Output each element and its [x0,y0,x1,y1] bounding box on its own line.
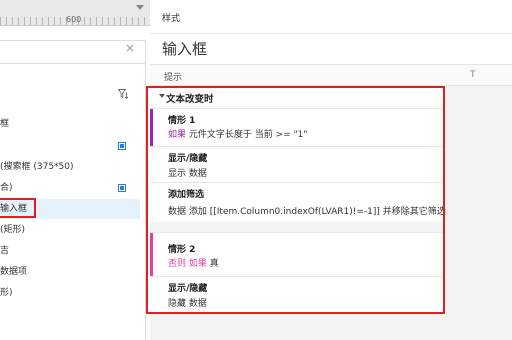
outline-item-label: 数据项 [0,267,28,277]
outline-item-label: 框 [0,119,10,129]
outline-item[interactable] [0,136,140,156]
outline-item[interactable]: (矩形) [0,220,140,240]
outline-panel: × 框 (搜索框 (375*50) 合) 输入框 (矩形) 吉 数据项 形) [0,40,146,340]
tooltip-row[interactable]: 提示 T [150,64,512,86]
outline-item-label: 形) [0,288,13,298]
ruler-mark: 600 [66,15,82,24]
panel-header: 样式 [150,0,512,34]
outline-item-label: (搜索框 (375*50) [0,162,74,172]
visibility-checkbox[interactable] [118,142,126,150]
panel-footer [150,324,512,340]
chevron-down-icon[interactable] [136,5,144,10]
outline-item[interactable]: 框 [0,114,140,134]
visibility-checkbox[interactable] [118,184,126,192]
outline-item-label: (矩形) [0,225,26,235]
divider [0,63,145,64]
outline-item[interactable]: 合) [0,178,140,198]
highlight-box [146,86,445,314]
outline-item[interactable]: 数据项 [0,262,140,282]
outline-item[interactable]: 吉 [0,241,140,261]
outline-item[interactable]: 形) [0,283,140,303]
tooltip-label: 提示 [164,73,183,83]
panel-header-title: 样式 [162,14,181,24]
text-type-icon: T [470,70,476,80]
outline-item-label: 吉 [0,246,10,256]
canvas-ruler: 600 [0,0,150,26]
filter-icon[interactable] [118,89,129,99]
highlight-box [0,198,36,218]
close-icon[interactable]: × [125,41,135,55]
outline-item[interactable]: (搜索框 (375*50) [0,157,140,177]
outline-item-label: 合) [0,183,13,193]
element-name[interactable]: 输入框 [162,38,207,59]
